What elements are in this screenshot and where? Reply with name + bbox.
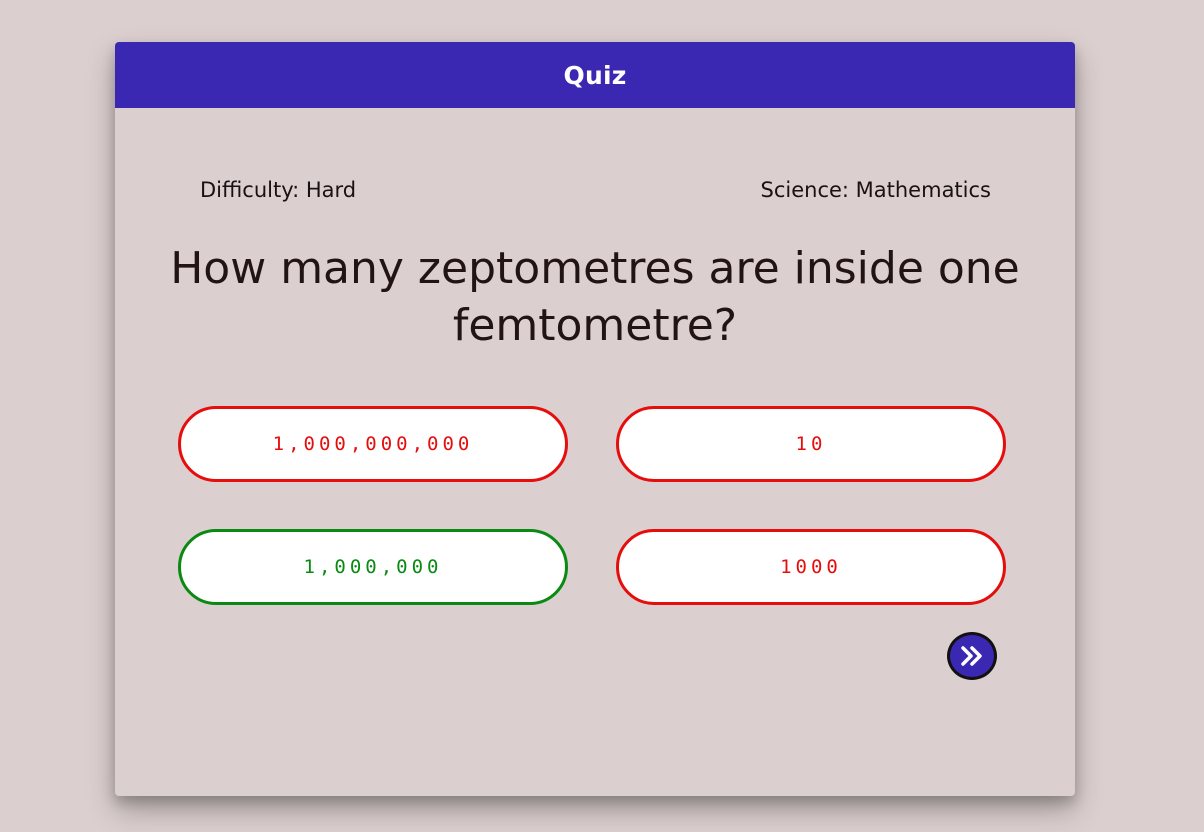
category-label: Science: Mathematics	[760, 178, 992, 202]
quiz-header: Quiz	[115, 42, 1075, 108]
double-chevron-right-icon	[959, 644, 985, 668]
question-text: How many zeptometres are inside one femt…	[170, 243, 1020, 351]
difficulty-label: Difficulty: Hard	[200, 178, 357, 202]
answer-option-2[interactable]: 10	[616, 406, 1006, 482]
answer-option-3[interactable]: 1,000,000	[178, 529, 568, 605]
answer-option-4[interactable]: 1000	[616, 529, 1006, 605]
quiz-card: Quiz Difficulty: Hard Science: Mathemati…	[115, 42, 1075, 796]
next-question-button[interactable]	[947, 632, 997, 680]
header-title: Quiz	[563, 60, 627, 90]
answer-option-1[interactable]: 1,000,000,000	[178, 406, 568, 482]
